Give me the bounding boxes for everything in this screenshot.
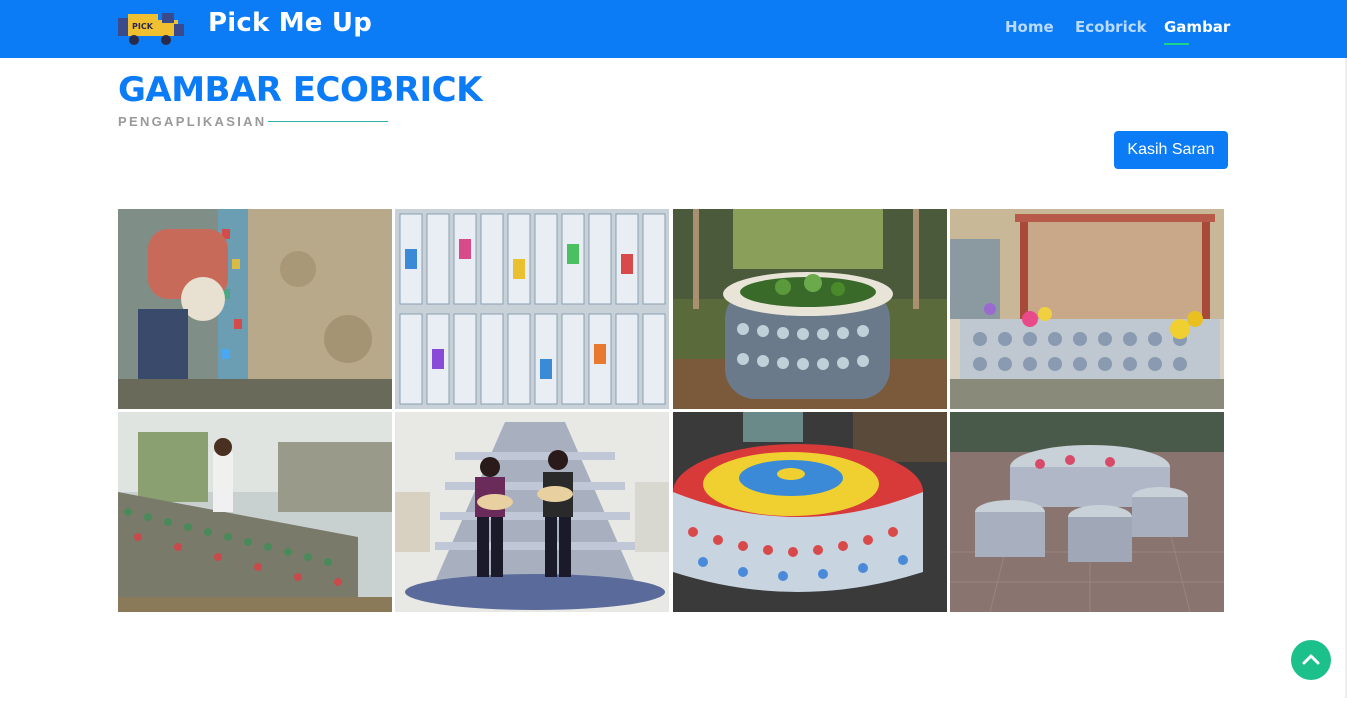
ecobrick-stools-on-tile-floor-photo (950, 412, 1224, 612)
ecobrick-wall-plastering-photo (118, 209, 392, 409)
gallery-image-5[interactable] (118, 412, 392, 612)
page-title: GAMBAR ECOBRICK (118, 70, 482, 110)
gallery-image-6[interactable] (395, 412, 669, 612)
colorful-bottle-cap-table-photo (673, 412, 947, 612)
nav-gambar[interactable]: Gambar (1164, 18, 1230, 36)
gallery-image-4[interactable] (950, 209, 1224, 409)
subtitle-divider (268, 121, 388, 122)
gallery-image-2[interactable] (395, 209, 669, 409)
ecobrick-bench-with-flowers-photo (950, 209, 1224, 409)
stacked-plastic-bottles-photo (395, 209, 669, 409)
active-nav-indicator (1164, 43, 1189, 45)
page-subtitle: PENGAPLIKASIAN (118, 114, 267, 129)
ecobrick-stage-with-performers-photo (395, 412, 669, 612)
gallery-image-7[interactable] (673, 412, 947, 612)
gallery-image-1[interactable] (118, 209, 392, 409)
top-navbar: PICK Pick Me Up Home Ecobrick Gambar (0, 0, 1347, 58)
suggestion-button[interactable]: Kasih Saran (1114, 131, 1228, 169)
bottle-wall-construction-photo (118, 412, 392, 612)
brand-name[interactable]: Pick Me Up (208, 8, 372, 38)
bottle-garden-planter-photo (673, 209, 947, 409)
chevron-up-icon (1302, 654, 1320, 665)
truck-icon[interactable]: PICK (118, 10, 186, 48)
logo-text: PICK (132, 22, 154, 31)
gallery-image-3[interactable] (673, 209, 947, 409)
nav-home[interactable]: Home (1005, 18, 1054, 36)
nav-ecobrick[interactable]: Ecobrick (1075, 18, 1147, 36)
gallery-image-8[interactable] (950, 412, 1224, 612)
back-to-top-button[interactable] (1291, 640, 1331, 680)
